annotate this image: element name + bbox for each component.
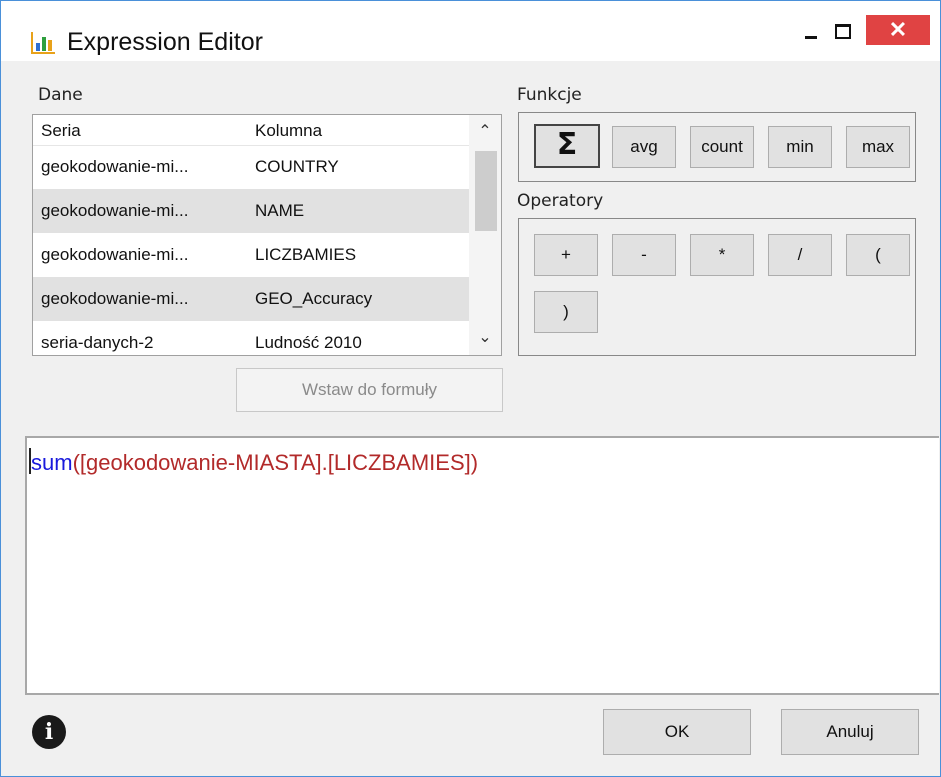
multiply-operator-button[interactable]: * [690, 234, 754, 276]
row-kolumna: Ludność 2010 [255, 333, 362, 352]
vertical-scrollbar[interactable]: ⌃ ⌄ [469, 115, 501, 355]
row-kolumna: COUNTRY [255, 157, 339, 176]
ok-button[interactable]: OK [603, 709, 751, 755]
formula-editor[interactable]: sum([geokodowanie-MIASTA].[LICZBAMIES]) [25, 436, 939, 695]
cancel-button[interactable]: Anuluj [781, 709, 919, 755]
window-title: Expression Editor [67, 28, 263, 56]
scroll-thumb[interactable] [475, 151, 497, 231]
column-header-seria[interactable]: Seria [41, 121, 81, 141]
functions-group: Σ avg count min max [518, 112, 916, 182]
close-button[interactable]: ✕ [866, 15, 930, 45]
table-header: Seria Kolumna [33, 115, 469, 146]
formula-reference: [geokodowanie-MIASTA].[LICZBAMIES] [79, 450, 471, 475]
formula-expression: sum([geokodowanie-MIASTA].[LICZBAMIES]) [31, 450, 478, 476]
row-seria: geokodowanie-mi... [41, 289, 189, 308]
divide-operator-button[interactable]: / [768, 234, 832, 276]
title-bar[interactable]: Expression Editor ✕ [1, 1, 940, 61]
row-kolumna: NAME [255, 201, 305, 220]
row-kolumna: LICZBAMIES [255, 245, 357, 264]
formula-open-paren: ( [72, 450, 80, 475]
plus-operator-button[interactable]: + [534, 234, 598, 276]
dane-label: Dane [38, 85, 83, 105]
sigma-icon: Σ [556, 127, 578, 162]
table-row[interactable]: geokodowanie-mi... GEO_Accuracy [33, 277, 469, 321]
data-columns-list[interactable]: Seria Kolumna geokodowanie-mi... COUNTRY… [32, 114, 502, 356]
info-icon[interactable]: i [32, 715, 66, 749]
right-paren-button[interactable]: ) [534, 291, 598, 333]
operatory-label: Operatory [517, 191, 604, 211]
min-button[interactable]: min [768, 126, 832, 168]
table-row[interactable]: geokodowanie-mi... COUNTRY [33, 145, 469, 189]
row-seria: geokodowanie-mi... [41, 201, 189, 220]
table-row[interactable]: geokodowanie-mi... LICZBAMIES [33, 233, 469, 277]
row-seria: geokodowanie-mi... [41, 245, 189, 264]
minus-operator-button[interactable]: - [612, 234, 676, 276]
maximize-button[interactable] [821, 15, 865, 45]
funkcje-label: Funkcje [517, 85, 582, 105]
max-button[interactable]: max [846, 126, 910, 168]
bar-chart-icon [31, 32, 55, 54]
insert-into-formula-button[interactable]: Wstaw do formuły [236, 368, 503, 412]
table-row[interactable]: geokodowanie-mi... NAME [33, 189, 469, 233]
scroll-up-arrow-icon[interactable]: ⌃ [475, 123, 495, 141]
sum-button[interactable]: Σ [534, 124, 600, 168]
row-kolumna: GEO_Accuracy [255, 289, 373, 308]
row-seria: seria-danych-2 [41, 333, 154, 352]
formula-function: sum [31, 450, 73, 475]
scroll-down-arrow-icon[interactable]: ⌄ [475, 329, 495, 347]
expression-editor-window: Expression Editor ✕ Dane Seria Kolumna g… [0, 0, 941, 777]
count-button[interactable]: count [690, 126, 754, 168]
table-row[interactable]: seria-danych-2 Ludność 2010 [33, 321, 469, 355]
row-seria: geokodowanie-mi... [41, 157, 189, 176]
avg-button[interactable]: avg [612, 126, 676, 168]
formula-close-paren: ) [470, 450, 479, 475]
operators-group: + - * / ( ) [518, 218, 916, 356]
left-paren-button[interactable]: ( [846, 234, 910, 276]
column-header-kolumna[interactable]: Kolumna [255, 121, 322, 141]
